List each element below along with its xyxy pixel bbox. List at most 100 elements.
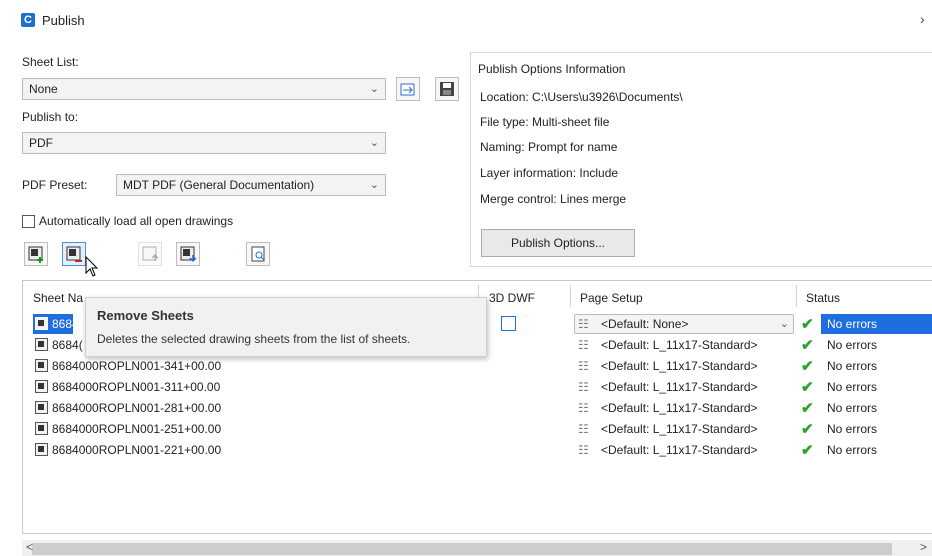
save-sheet-list-button[interactable]: [435, 77, 459, 101]
sheet-icon: [35, 422, 48, 435]
sheet-icon: [35, 359, 48, 372]
chevron-down-icon: ⌄: [369, 83, 379, 95]
naming-text: Naming: Prompt for name: [480, 140, 618, 154]
table-row[interactable]: 8684000ROPLN001-221+00.00 ☷ <Default: L_…: [23, 440, 932, 460]
table-row[interactable]: 8684000ROPLN001-311+00.00 ☷ <Default: L_…: [23, 377, 932, 397]
page-setup-icon: ☷: [578, 443, 589, 457]
merge-control-text: Merge control: Lines merge: [480, 192, 627, 206]
check-icon: ✔: [801, 358, 814, 375]
location-text: Location: C:\Users\u3926\Documents\: [480, 90, 683, 104]
sheet-name: 8684(: [52, 317, 83, 331]
check-icon: ✔: [801, 442, 814, 459]
sheet-name: 8684000ROPLN001-311+00.00: [52, 380, 221, 394]
header-3d-dwf[interactable]: 3D DWF: [489, 291, 535, 305]
publish-to-value: PDF: [29, 136, 53, 150]
status-text: No errors: [827, 443, 878, 457]
add-sheets-button[interactable]: [24, 242, 48, 266]
layer-info-text: Layer information: Include: [480, 166, 619, 180]
header-divider: [796, 285, 797, 307]
table-row[interactable]: 8684000ROPLN001-281+00.00 ☷ <Default: L_…: [23, 398, 932, 418]
page-setup-icon: ☷: [578, 338, 589, 352]
status-text: No errors: [827, 359, 878, 373]
status-text: No errors: [827, 338, 878, 352]
check-icon: ✔: [801, 337, 814, 354]
remove-sheets-button[interactable]: [62, 242, 86, 266]
scroll-right-icon[interactable]: >: [920, 540, 927, 554]
check-icon: ✔: [801, 400, 814, 417]
move-up-icon: [142, 246, 159, 261]
status-text: No errors: [827, 422, 878, 436]
tooltip-title: Remove Sheets: [97, 308, 194, 323]
save-icon: [440, 82, 454, 96]
page-setup-value: <Default: L_11x17-Standard>: [601, 422, 758, 436]
table-row[interactable]: 8684000ROPLN001-341+00.00 ☷ <Default: L_…: [23, 356, 932, 376]
page-setup-value: <Default: L_11x17-Standard>: [601, 401, 758, 415]
sheet-icon: [35, 401, 48, 414]
move-sheet-up-button[interactable]: [138, 242, 162, 266]
sheet-list-select[interactable]: None ⌄: [22, 78, 386, 100]
3d-dwf-checkbox[interactable]: [501, 316, 516, 331]
move-down-icon: [180, 246, 197, 263]
page-setup-icon: ☷: [578, 401, 589, 415]
sheet-name: 8684000ROPLN001-221+00.00: [52, 443, 222, 457]
add-sheets-icon: [28, 246, 43, 263]
remove-sheets-tooltip: Remove Sheets Deletes the selected drawi…: [85, 297, 487, 357]
sheet-icon: [35, 317, 48, 330]
publish-to-label: Publish to:: [22, 110, 79, 124]
sheet-name: 8684000ROPLN001-281+00.00: [52, 401, 222, 415]
cursor-icon: [85, 256, 99, 277]
status-text: No errors: [827, 380, 878, 394]
publish-options-group-title: Publish Options Information: [478, 62, 626, 76]
page-setup-icon: ☷: [578, 359, 589, 373]
publish-to-select[interactable]: PDF ⌄: [22, 132, 386, 154]
page-setup-icon: ☷: [578, 380, 589, 394]
page-setup-value: <Default: L_11x17-Standard>: [601, 359, 758, 373]
chevron-down-icon: ⌄: [369, 179, 379, 191]
table-row[interactable]: 8684000ROPLN001-251+00.00 ☷ <Default: L_…: [23, 419, 932, 439]
status-text: No errors: [827, 317, 878, 331]
preview-button[interactable]: [246, 242, 270, 266]
sheet-icon: [35, 443, 48, 456]
folder-open-icon: [400, 83, 415, 96]
scrollbar-thumb[interactable]: [32, 543, 892, 555]
chevron-down-icon: ⌄: [779, 318, 789, 330]
header-sheet-name[interactable]: Sheet Na: [33, 291, 83, 305]
remove-sheets-icon: [66, 246, 82, 262]
move-sheet-down-button[interactable]: [176, 242, 200, 266]
page-setup-icon: ☷: [578, 422, 589, 436]
load-sheet-list-button[interactable]: [396, 77, 420, 101]
sheet-icon: [35, 380, 48, 393]
page-setup-value: <Default: L_11x17-Standard>: [601, 380, 758, 394]
scroll-left-icon[interactable]: <: [26, 540, 33, 554]
auto-load-checkbox[interactable]: [22, 215, 35, 228]
window-title: Publish: [42, 13, 85, 28]
header-divider: [570, 285, 571, 307]
preview-icon: [251, 246, 265, 262]
header-page-setup[interactable]: Page Setup: [580, 291, 643, 305]
sheet-icon: [35, 338, 48, 351]
chevron-down-icon: ⌄: [369, 137, 379, 149]
header-status[interactable]: Status: [806, 291, 840, 305]
pdf-preset-select[interactable]: MDT PDF (General Documentation) ⌄: [116, 174, 386, 196]
status-text: No errors: [827, 401, 878, 415]
publish-options-button[interactable]: Publish Options...: [481, 229, 635, 257]
pdf-preset-value: MDT PDF (General Documentation): [123, 178, 315, 192]
page-setup-icon: ☷: [578, 317, 589, 331]
sheet-name: 8684000ROPLN001-251+00.00: [52, 422, 222, 436]
page-setup-value: <Default: L_11x17-Standard>: [601, 443, 758, 457]
title-bar: [0, 0, 932, 40]
tooltip-text: Deletes the selected drawing sheets from…: [97, 332, 411, 346]
app-icon: C: [21, 13, 35, 27]
page-setup-value: <Default: None>: [601, 317, 689, 331]
close-icon[interactable]: ›: [920, 11, 925, 27]
auto-load-label: Automatically load all open drawings: [39, 214, 234, 228]
sheet-list-value: None: [29, 82, 58, 96]
pdf-preset-label: PDF Preset:: [22, 178, 88, 192]
page-setup-value: <Default: L_11x17-Standard>: [601, 338, 758, 352]
sheet-name: 8684000ROPLN001-341+00.00: [52, 359, 222, 373]
sheet-name: 8684(: [52, 338, 83, 352]
check-icon: ✔: [801, 421, 814, 438]
check-icon: ✔: [801, 316, 814, 333]
sheet-list-label: Sheet List:: [22, 55, 79, 69]
check-icon: ✔: [801, 379, 814, 396]
